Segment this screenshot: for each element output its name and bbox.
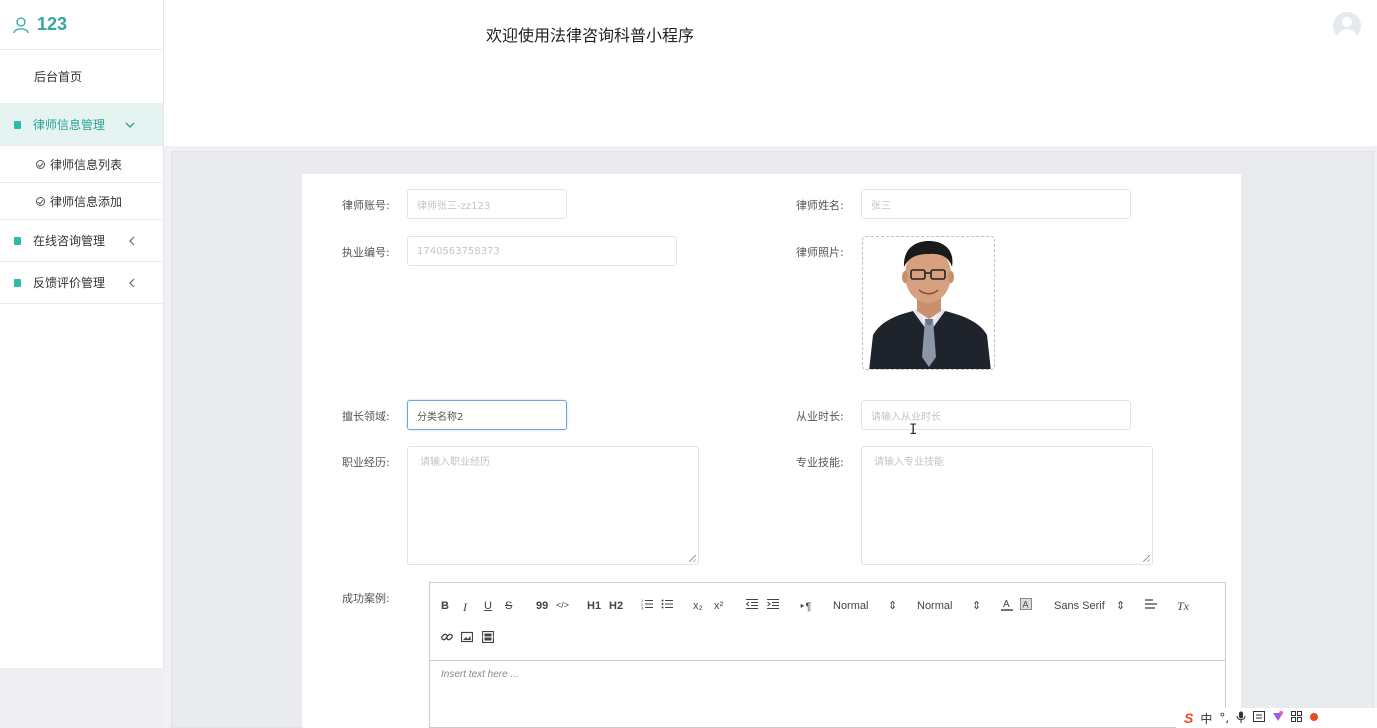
document-icon [14, 278, 21, 287]
name-input[interactable]: 张三 [861, 189, 1131, 219]
avatar[interactable] [1333, 12, 1361, 40]
text-cursor-icon: I [909, 422, 918, 438]
header-2-button[interactable]: H2 [609, 600, 623, 612]
clean-format-button[interactable]: Tx [1177, 599, 1189, 614]
font-select[interactable]: Sans Serif [1054, 600, 1105, 612]
experience-textarea[interactable]: 请输入职业经历 [407, 446, 699, 565]
svg-text:A: A [1023, 600, 1029, 610]
skills-label: 专业技能: [796, 456, 844, 469]
chevron-down-icon [125, 104, 135, 146]
account-label: 律师账号: [342, 199, 390, 212]
sidebar-group-lawyer-info[interactable]: 律师信息管理 [0, 104, 163, 146]
skills-textarea[interactable]: 请输入专业技能 [861, 446, 1153, 565]
sidebar-group-label: 在线咨询管理 [33, 234, 106, 248]
text-direction-button[interactable]: ‣¶ [799, 600, 811, 613]
specialty-select[interactable]: 分类名称2 [407, 400, 567, 430]
ime-language-toggle[interactable]: 中 [1200, 710, 1212, 727]
account-input[interactable]: 律师张三-zz123 [407, 189, 567, 219]
sidebar-group-label: 反馈评价管理 [33, 276, 106, 290]
name-label: 律师姓名: [796, 199, 844, 212]
sidebar-item-lawyer-list[interactable]: 律师信息列表 [0, 146, 163, 183]
header-1-button[interactable]: H1 [587, 600, 601, 612]
sidebar-brand: 123 [0, 0, 163, 50]
chevron-left-icon [129, 262, 135, 304]
lawyer-photo-upload[interactable] [862, 236, 995, 370]
keyboard-icon[interactable] [1253, 711, 1266, 725]
skin-icon[interactable] [1272, 711, 1284, 725]
background-color-icon[interactable]: A [1020, 598, 1032, 614]
sidebar-item-home[interactable]: 后台首页 [0, 50, 163, 104]
align-icon[interactable] [1145, 598, 1157, 613]
svg-text:A: A [1003, 599, 1010, 610]
license-input[interactable]: 1740563758373 [407, 236, 677, 266]
sogou-logo-icon[interactable]: S [1184, 710, 1193, 726]
username: 123 [37, 14, 68, 34]
lawyer-photo [863, 237, 994, 369]
ime-toolbar: S 中 °, [1176, 708, 1377, 728]
sidebar-group-label: 律师信息管理 [33, 118, 106, 132]
editor-toolbar: B I U S 99 </> H1 H2 123 x₂ x² ‣¶ Normal… [430, 583, 1225, 661]
specialty-label: 擅长领域: [342, 410, 390, 423]
video-icon[interactable] [481, 630, 495, 646]
subscript-button[interactable]: x₂ [693, 600, 703, 612]
sidebar: 123 后台首页 律师信息管理 律师信息列表 律师信息添加 在线咨询管理 反馈评… [0, 0, 164, 668]
sidebar-group-consultation[interactable]: 在线咨询管理 [0, 220, 163, 262]
bullet-list-icon[interactable] [661, 598, 673, 613]
years-label: 从业时长: [796, 410, 844, 423]
image-icon[interactable] [460, 631, 474, 646]
header-select[interactable]: Normal [917, 600, 952, 612]
strike-button[interactable]: S [505, 600, 512, 612]
punctuation-icon[interactable]: °, [1219, 711, 1229, 725]
skills-placeholder: 请输入专业技能 [874, 457, 944, 468]
grid-menu-icon[interactable] [1291, 711, 1303, 725]
sidebar-item-label: 律师信息列表 [50, 157, 123, 172]
chevron-left-icon [129, 220, 135, 262]
resize-handle-icon[interactable] [1143, 555, 1150, 562]
document-icon [14, 120, 21, 129]
text-color-icon[interactable]: A [1001, 598, 1013, 614]
outdent-icon[interactable] [745, 598, 758, 613]
editor-placeholder[interactable]: Insert text here ... [441, 669, 519, 680]
photo-label: 律师照片: [796, 246, 844, 259]
sidebar-group-feedback[interactable]: 反馈评价管理 [0, 262, 163, 304]
header-select-arrows-icon: ⇕ [972, 600, 982, 612]
check-circle-icon [36, 159, 45, 169]
size-select-arrows-icon: ⇕ [888, 600, 898, 612]
rich-text-editor: B I U S 99 </> H1 H2 123 x₂ x² ‣¶ Normal… [429, 582, 1226, 728]
microphone-icon[interactable] [1236, 711, 1246, 726]
check-circle-icon [36, 196, 45, 206]
font-select-arrows-icon: ⇕ [1116, 600, 1126, 612]
sidebar-item-lawyer-add[interactable]: 律师信息添加 [0, 183, 163, 220]
license-label: 执业编号: [342, 246, 390, 259]
code-block-button[interactable]: </> [556, 600, 569, 610]
resize-handle-icon[interactable] [689, 555, 696, 562]
superscript-button[interactable]: x² [714, 600, 723, 612]
experience-placeholder: 请输入职业经历 [420, 457, 490, 468]
mascot-icon[interactable] [1309, 711, 1319, 725]
link-icon[interactable] [441, 631, 453, 646]
header: 欢迎使用法律咨询科普小程序 [164, 0, 1377, 146]
underline-button[interactable]: U [484, 600, 492, 612]
bold-button[interactable]: B [441, 600, 449, 612]
years-input[interactable]: 请输入从业时长 [861, 400, 1131, 430]
size-select[interactable]: Normal [833, 600, 868, 612]
user-icon [12, 16, 30, 34]
sidebar-item-label: 律师信息添加 [50, 194, 123, 209]
ordered-list-icon[interactable]: 123 [641, 598, 653, 613]
cases-label: 成功案例: [342, 592, 390, 605]
sidebar-footer [0, 668, 164, 728]
italic-button[interactable]: I [463, 600, 467, 615]
experience-label: 职业经历: [342, 456, 390, 469]
svg-text:3: 3 [641, 606, 644, 611]
blockquote-button[interactable]: 99 [536, 600, 548, 612]
document-icon [14, 236, 21, 245]
indent-icon[interactable] [767, 598, 779, 613]
page-title: 欢迎使用法律咨询科普小程序 [486, 26, 695, 45]
